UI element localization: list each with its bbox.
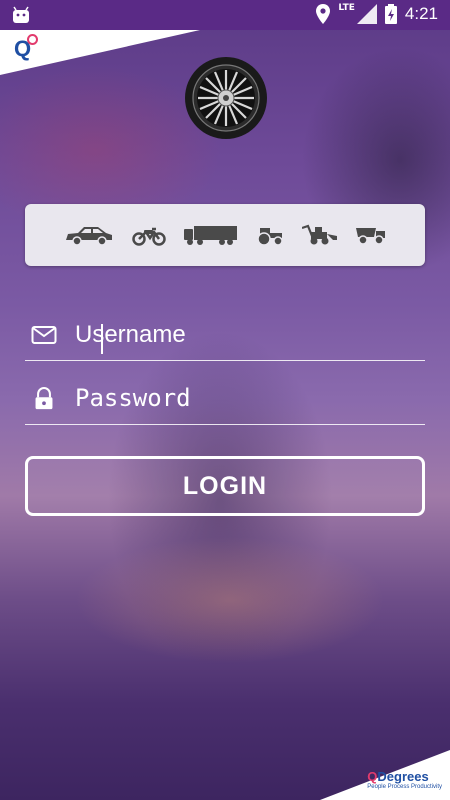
- username-input[interactable]: [75, 316, 415, 354]
- text-cursor: [101, 324, 103, 354]
- footer-brand-logo: QDegrees People Process Productivity: [367, 769, 442, 790]
- dump-truck-icon[interactable]: [356, 224, 386, 246]
- alloy-wheel-icon: [185, 57, 267, 139]
- brand-tagline: People Process Productivity: [367, 784, 442, 790]
- username-field: [25, 310, 425, 361]
- password-field: [25, 374, 425, 425]
- mail-icon: [31, 326, 57, 344]
- logo-dot: [27, 34, 38, 45]
- car-icon[interactable]: [64, 224, 114, 246]
- status-bar: LTE 4:21: [0, 0, 450, 30]
- vehicle-type-bar: [25, 204, 425, 266]
- android-debug-icon: [13, 6, 29, 23]
- brand-q-letter: Q: [367, 769, 378, 784]
- battery-charging-icon: [384, 4, 397, 24]
- location-pin-icon: [316, 4, 331, 24]
- lock-icon: [35, 386, 53, 410]
- network-type: LTE: [338, 3, 355, 13]
- brand-name: Degrees: [377, 769, 429, 784]
- clock: 4:21: [404, 4, 438, 23]
- truck-icon[interactable]: [184, 224, 238, 246]
- motorcycle-icon[interactable]: [132, 224, 166, 246]
- password-input[interactable]: [75, 380, 415, 418]
- signal-icon: [356, 4, 377, 24]
- login-button[interactable]: LOGIN: [25, 456, 425, 516]
- backhoe-loader-icon[interactable]: [302, 224, 338, 246]
- tractor-icon[interactable]: [256, 224, 284, 246]
